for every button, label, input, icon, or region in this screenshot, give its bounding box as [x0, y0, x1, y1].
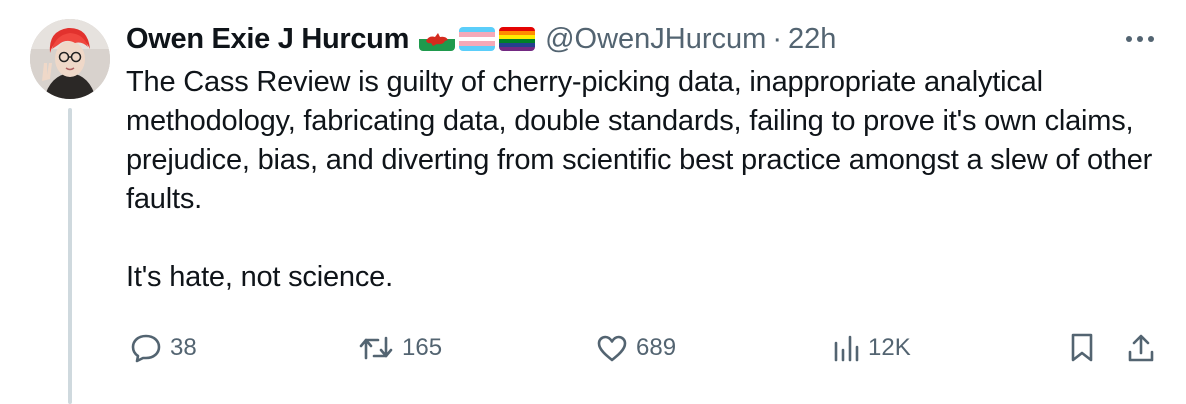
bookmark-button[interactable]	[1068, 326, 1096, 370]
more-dots-icon	[1126, 36, 1154, 42]
views-icon	[834, 335, 859, 362]
avatar-image	[30, 19, 110, 99]
avatar[interactable]	[30, 19, 110, 99]
welsh-flag-icon	[419, 27, 456, 51]
author-handle[interactable]: @OwenJHurcum	[545, 23, 766, 56]
retweet-icon	[359, 336, 393, 360]
timestamp[interactable]: 22h	[788, 23, 836, 56]
reply-icon	[131, 334, 161, 363]
more-options-button[interactable]	[1122, 26, 1158, 52]
share-button[interactable]	[1126, 326, 1156, 370]
flag-emojis	[419, 27, 536, 51]
header-separator: ·	[772, 22, 782, 55]
share-icon	[1128, 334, 1154, 362]
tweet-text: The Cass Review is guilty of cherry-pick…	[126, 63, 1156, 297]
thread-line	[68, 108, 72, 404]
bookmark-icon	[1071, 333, 1093, 362]
tweet-paragraph: The Cass Review is guilty of cherry-pick…	[126, 66, 1153, 215]
views-button[interactable]: 12K	[832, 326, 911, 370]
reply-count: 38	[170, 334, 197, 361]
like-button[interactable]: 689	[596, 326, 676, 370]
retweet-button[interactable]: 165	[358, 326, 442, 370]
trans-flag-icon	[459, 27, 496, 51]
reply-button[interactable]: 38	[130, 326, 197, 370]
author-name[interactable]: Owen Exie J Hurcum	[126, 23, 409, 56]
action-bar: 38 165 689 12K	[126, 326, 1162, 370]
retweet-count: 165	[402, 334, 443, 361]
like-count: 689	[636, 334, 677, 361]
heart-icon	[597, 335, 627, 362]
view-count: 12K	[868, 334, 911, 361]
tweet-paragraph: It's hate, not science.	[126, 261, 393, 293]
tweet-header: Owen Exie J Hurcum @OwenJHurcum · 22h	[126, 20, 836, 58]
rainbow-flag-icon	[499, 27, 536, 51]
